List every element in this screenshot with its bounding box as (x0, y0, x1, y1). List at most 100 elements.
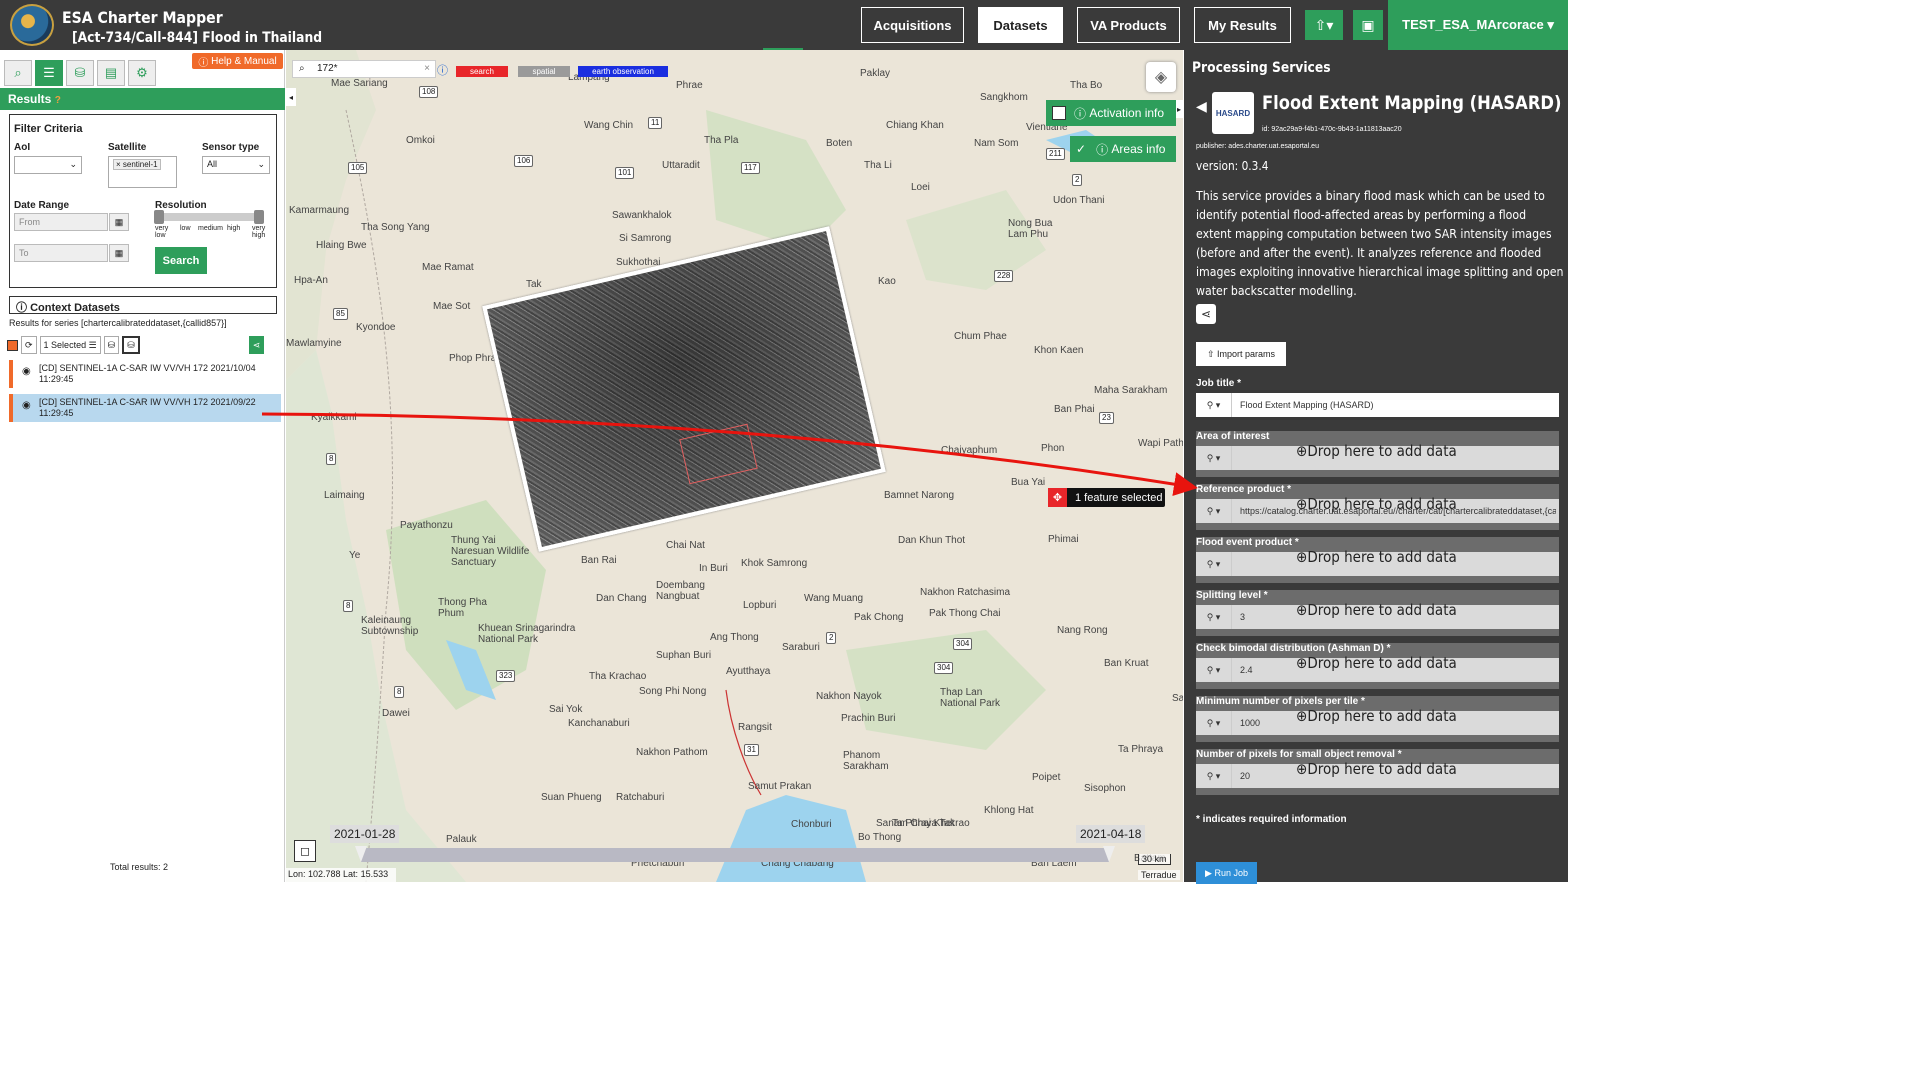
tag-earth-observation[interactable]: earth observation (578, 66, 668, 77)
run-job-button[interactable]: ▶ Run Job (1196, 862, 1257, 884)
help-manual-button[interactable]: ⓘ Help & Manual (192, 53, 283, 69)
search-tab[interactable]: ⌕ (4, 60, 32, 86)
drop-zone[interactable]: ⊕Drop here to add data (1296, 760, 1457, 778)
slider-handle-min[interactable] (154, 210, 164, 224)
res-tick: high (227, 225, 241, 232)
wand-icon[interactable]: ⚲ ▾ (1196, 605, 1232, 629)
drop-zone[interactable]: ⊕Drop here to add data (1296, 442, 1457, 460)
areas-info-button[interactable]: ✓ ⓘ Areas info (1070, 136, 1176, 162)
aoi-label: AoI (14, 142, 31, 153)
layers-button[interactable]: ◈ (1146, 62, 1176, 92)
collapse-right-button[interactable]: ▸ (1175, 100, 1183, 118)
drop-zone[interactable]: ⊕Drop here to add data (1296, 495, 1457, 513)
param-block: Job title * ⚲ ▾ Flood Extent Mapping (HASA… (1196, 378, 1559, 424)
slider-handle-max[interactable] (254, 210, 264, 224)
feature-selected-badge[interactable]: ✥ 1 feature selected (1048, 488, 1165, 507)
satellite-select[interactable]: × sentinel-1 (108, 156, 177, 188)
param-input[interactable]: ⚲ ▾ Flood Extent Mapping (HASARD) (1196, 393, 1559, 417)
clear-icon[interactable]: × (424, 63, 430, 74)
param-label: Reference product * (1196, 484, 1292, 495)
map-place-label: Nakhon Nayok (816, 691, 882, 702)
param-block: Number of pixels for small object remova… (1196, 749, 1559, 795)
wand-icon[interactable]: ⚲ ▾ (1196, 446, 1232, 470)
drop-zone[interactable]: ⊕Drop here to add data (1296, 707, 1457, 725)
map-place-label: Kaleinaung Subtownship (361, 615, 419, 637)
map-place-label: Uttaradit (662, 160, 700, 171)
service-id: id: 92ac29a9-f4b1-470c-9b43-1a11813aac20 (1262, 126, 1402, 133)
service-publisher: publisher: ades.charter.uat.esaportal.eu (1196, 143, 1319, 150)
activation-info-button[interactable]: ⓘ Activation info (1046, 100, 1176, 126)
activation-checkbox[interactable] (1052, 106, 1066, 120)
calendar-icon[interactable]: ▦ (109, 213, 129, 231)
select-all-checkbox[interactable] (7, 339, 18, 351)
context-item[interactable]: ◉ [CD] SENTINEL-1A C-SAR IW VV/VH 172 202… (9, 360, 281, 388)
briefcase-button[interactable]: ▣ (1353, 10, 1383, 40)
satellite-tag[interactable]: × sentinel-1 (113, 159, 161, 170)
info-icon[interactable]: ⓘ (437, 62, 448, 78)
sensor-select[interactable]: All ⌄ (202, 156, 270, 174)
collapse-left-button[interactable]: ◂ (286, 88, 296, 106)
aoi-select[interactable]: ⌄ (14, 156, 82, 174)
road-marker: 105 (348, 162, 368, 174)
calendar-icon[interactable]: ▦ (109, 244, 129, 262)
nav-datasets[interactable]: Datasets (978, 7, 1063, 43)
play-icon: ▶ (1205, 867, 1212, 878)
date-to-input[interactable]: To (14, 244, 108, 262)
nav-va-products[interactable]: VA Products (1077, 7, 1180, 43)
archive-tab[interactable]: ▤ (97, 60, 125, 86)
resolution-slider[interactable] (154, 210, 264, 224)
basket-button[interactable]: ⛁ (122, 336, 140, 354)
drop-zone[interactable]: ⊕Drop here to add data (1296, 654, 1457, 672)
map-place-label: Nakhon Ratchasima (920, 587, 1011, 598)
upload-button[interactable]: ⇧▾ (1305, 10, 1343, 40)
wand-icon[interactable]: ⚲ ▾ (1196, 499, 1232, 523)
wand-icon[interactable]: ⚲ ▾ (1196, 393, 1232, 417)
timeline-handle-start[interactable] (355, 846, 367, 862)
road-marker: 23 (1099, 412, 1114, 424)
timeline-bar[interactable] (355, 846, 1115, 862)
settings-tab[interactable]: ⚙ (128, 60, 156, 86)
context-datasets-header[interactable]: ⓘ Context Datasets (9, 296, 277, 314)
refresh-button[interactable]: ⟳ (21, 336, 37, 354)
map-place-label: Laimaing (324, 490, 365, 501)
search-button[interactable]: Search (155, 247, 207, 274)
map-place-label: Nang Rong (1057, 625, 1108, 636)
chevron-down-icon: ⌄ (69, 159, 77, 169)
add-basket-button[interactable]: ⛁ (103, 336, 120, 354)
results-tab[interactable]: ☰ (35, 60, 63, 86)
esa-charter-logo[interactable] (10, 4, 54, 46)
drop-zone[interactable]: ⊕Drop here to add data (1296, 601, 1457, 619)
timeline-toggle-button[interactable]: ◻ (294, 840, 316, 862)
tag-spatial[interactable]: spatial (518, 66, 570, 77)
tag-search[interactable]: search (456, 66, 508, 77)
import-params-button[interactable]: ⇧ Import params (1196, 342, 1286, 366)
map-place-label: Ye (349, 550, 361, 561)
date-from-input[interactable]: From (14, 213, 108, 231)
wand-icon[interactable]: ⚲ ▾ (1196, 711, 1232, 735)
selected-dropdown[interactable]: 1 Selected ☰ (39, 336, 101, 354)
map-place-label: Song Phi Nong (639, 686, 707, 697)
param-label: Flood event product * (1196, 537, 1299, 548)
map-view[interactable]: Lampang Mae Sariang Phrae Paklay Sangkhom Vie… (286, 50, 1183, 882)
map-place-label: Ban Phai (1054, 404, 1095, 415)
timeline-handle-end[interactable] (1103, 846, 1115, 862)
context-toolbar: ⟳ 1 Selected ☰ ⛁ ⛁ ⋖ (7, 334, 265, 356)
map-place-label: Maha Sarakham (1094, 385, 1168, 396)
nav-my-results[interactable]: My Results (1194, 7, 1291, 43)
back-icon[interactable]: ◀ (1196, 98, 1207, 115)
map-place-label: Bamnet Narong (884, 490, 955, 501)
user-menu[interactable]: TEST_ESA_MArcorace ▾ (1388, 0, 1568, 50)
results-header: Results ? (0, 88, 285, 110)
share-button[interactable]: ⋖ (248, 336, 265, 354)
map-search-input[interactable]: ⌕ 172* × (292, 60, 436, 78)
wand-icon[interactable]: ⚲ ▾ (1196, 764, 1232, 788)
nav-acquisitions[interactable]: Acquisitions (861, 7, 964, 43)
drop-zone[interactable]: ⊕Drop here to add data (1296, 548, 1457, 566)
wand-icon[interactable]: ⚲ ▾ (1196, 552, 1232, 576)
basket-tab[interactable]: ⛁ (66, 60, 94, 86)
road-marker: 11 (648, 117, 663, 129)
road-marker: 108 (419, 86, 439, 98)
share-button[interactable]: ⋖ (1196, 304, 1216, 324)
context-item-selected[interactable]: ◉ [CD] SENTINEL-1A C-SAR IW VV/VH 172 202… (9, 394, 281, 422)
wand-icon[interactable]: ⚲ ▾ (1196, 658, 1232, 682)
